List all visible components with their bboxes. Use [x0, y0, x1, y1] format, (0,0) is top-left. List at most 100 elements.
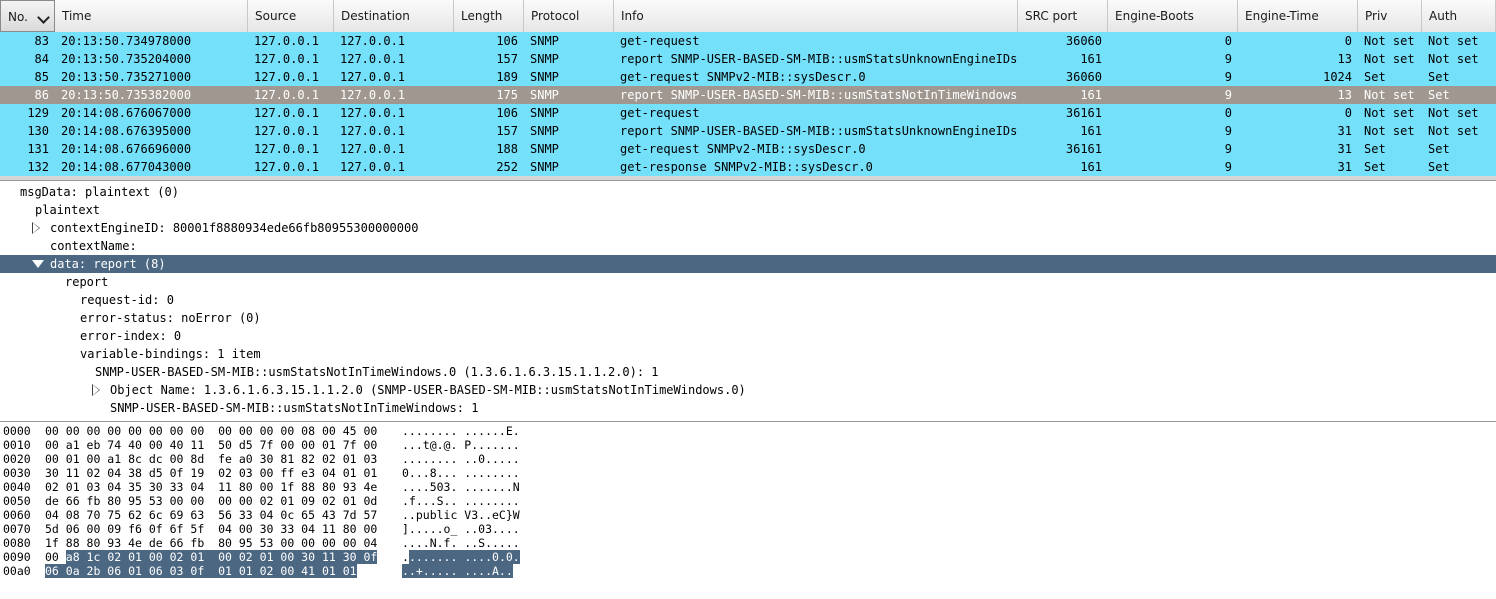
hex-ascii[interactable]: ].....o_ ..03....: [402, 522, 520, 536]
column-header-proto[interactable]: Protocol: [524, 0, 614, 32]
tree-item[interactable]: contextEngineID: 80001f8880934ede66fb809…: [0, 219, 1496, 237]
hex-ascii[interactable]: 0...8... ........: [402, 466, 520, 480]
column-header-src[interactable]: Source: [248, 0, 334, 32]
expand-triangle-icon[interactable]: [17, 206, 29, 214]
collapse-triangle-icon[interactable]: [92, 384, 100, 396]
hex-ascii[interactable]: ..public V3..eC}W: [402, 508, 520, 522]
packet-cell-src: 127.0.0.1: [254, 52, 320, 66]
packet-cell-src: 127.0.0.1: [254, 142, 320, 156]
packet-cell-info: get-request: [620, 106, 700, 120]
packet-cell-len: 188: [496, 142, 518, 156]
column-header-info[interactable]: Info: [614, 0, 1018, 32]
hex-ascii[interactable]: ........ ......E.: [402, 424, 520, 438]
ascii-highlight: ....... ....0.0.: [408, 550, 520, 564]
hex-offset: 0060: [3, 508, 31, 522]
packet-cell-etime: 31: [1337, 124, 1352, 138]
packet-cell-src: 127.0.0.1: [254, 124, 320, 138]
tree-item[interactable]: Object Name: 1.3.6.1.6.3.15.1.1.2.0 (SNM…: [0, 381, 1496, 399]
tree-item[interactable]: report: [0, 273, 1496, 291]
packet-cell-time: 20:13:50.734978000: [61, 34, 192, 48]
hex-offset: 0010: [3, 438, 31, 452]
packet-row[interactable]: 84 20:13:50.735204000 127.0.0.1 127.0.0.1 15…: [0, 50, 1496, 68]
packet-cell-priv: Set: [1364, 160, 1386, 174]
hex-bytes[interactable]: 5d 06 00 09 f6 0f 6f 5f 04 00 30 33 04 1…: [45, 522, 377, 536]
tree-item[interactable]: msgData: plaintext (0): [0, 183, 1496, 201]
column-header-len[interactable]: Length: [454, 0, 524, 32]
packet-cell-len: 175: [496, 88, 518, 102]
packet-cell-priv: Not set: [1364, 52, 1415, 66]
hex-ascii[interactable]: ...t@.@. P.......: [402, 438, 520, 452]
column-header-boots[interactable]: Engine-Boots: [1108, 0, 1238, 32]
hex-offset: 00a0: [3, 564, 31, 578]
column-header-srcport[interactable]: SRC port: [1018, 0, 1108, 32]
column-header-no[interactable]: No.: [0, 0, 55, 32]
column-header-auth[interactable]: Auth: [1422, 0, 1496, 32]
packet-cell-boots: 9: [1224, 160, 1232, 174]
tree-item[interactable]: data: report (8): [0, 255, 1496, 273]
tree-item[interactable]: contextName:: [0, 237, 1496, 255]
hex-ascii[interactable]: ....503. .......N: [402, 480, 520, 494]
packet-cell-time: 20:13:50.735382000: [61, 88, 192, 102]
packet-row[interactable]: 85 20:13:50.735271000 127.0.0.1 127.0.0.1 18…: [0, 68, 1496, 86]
hex-offset: 0080: [3, 536, 31, 550]
packet-cell-srcport: 161: [1080, 52, 1102, 66]
expand-triangle-icon[interactable]: [77, 368, 89, 376]
expand-triangle-icon[interactable]: [47, 278, 59, 286]
packet-row[interactable]: 129 20:14:08.676067000 127.0.0.1 127.0.0.1 1…: [0, 104, 1496, 122]
collapse-triangle-icon[interactable]: [32, 222, 40, 234]
hex-bytes[interactable]: 00 a8 1c 02 01 00 02 01 00 02 01 00 30 1…: [45, 550, 378, 564]
column-header-dst[interactable]: Destination: [334, 0, 454, 32]
ascii-highlight: ..+..... ....A..: [402, 564, 513, 578]
hex-bytes[interactable]: 00 a1 eb 74 40 00 40 11 50 d5 7f 00 00 0…: [45, 438, 377, 452]
hex-ascii[interactable]: ........ ....0.0.: [402, 550, 520, 564]
packet-row[interactable]: 132 20:14:08.677043000 127.0.0.1 127.0.0.1 2…: [0, 158, 1496, 176]
packet-row[interactable]: 86 20:13:50.735382000 127.0.0.1 127.0.0.1 17…: [0, 86, 1496, 104]
tree-item[interactable]: error-status: noError (0): [0, 309, 1496, 327]
hex-offset: 0040: [3, 480, 31, 494]
hex-ascii[interactable]: ..+..... ....A..: [402, 564, 513, 578]
hex-bytes[interactable]: 30 11 02 04 38 d5 0f 19 02 03 00 ff e3 0…: [45, 466, 377, 480]
packet-cell-auth: Set: [1428, 160, 1450, 174]
hex-ascii[interactable]: ....N.f. ..S.....: [402, 536, 520, 550]
column-header-priv[interactable]: Priv: [1358, 0, 1422, 32]
packet-cell-src: 127.0.0.1: [254, 70, 320, 84]
hex-highlight: 06 0a 2b 06 01 06 03 0f 01 01 02 00 41 0…: [45, 564, 357, 578]
hex-bytes[interactable]: 06 0a 2b 06 01 06 03 0f 01 01 02 00 41 0…: [45, 564, 357, 578]
packet-row[interactable]: 83 20:13:50.734978000 127.0.0.1 127.0.0.1 10…: [0, 32, 1496, 50]
hex-bytes[interactable]: 02 01 03 04 35 30 33 04 11 80 00 1f 88 8…: [45, 480, 377, 494]
tree-item[interactable]: error-index: 0: [0, 327, 1496, 345]
hex-bytes[interactable]: 04 08 70 75 62 6c 69 63 56 33 04 0c 65 4…: [45, 508, 377, 522]
expand-triangle-icon[interactable]: [2, 188, 14, 196]
tree-item-label: report: [65, 275, 109, 289]
packet-cell-src: 127.0.0.1: [254, 88, 320, 102]
tree-item[interactable]: request-id: 0: [0, 291, 1496, 309]
packet-cell-time: 20:14:08.676395000: [61, 124, 192, 138]
packet-cell-priv: Set: [1364, 142, 1386, 156]
packet-details-tree: msgData: plaintext (0) plaintext contextEn…: [0, 180, 1496, 421]
tree-item-label: error-index: 0: [80, 329, 182, 343]
packet-cell-time: 20:14:08.676696000: [61, 142, 192, 156]
tree-item[interactable]: SNMP-USER-BASED-SM-MIB::usmStatsNotInTim…: [0, 363, 1496, 381]
packet-cell-auth: Not set: [1428, 34, 1479, 48]
expand-triangle-icon[interactable]: [32, 260, 44, 268]
hex-bytes[interactable]: 00 01 00 a1 8c dc 00 8d fe a0 30 81 82 0…: [45, 452, 377, 466]
packet-cell-srcport: 36161: [1065, 106, 1102, 120]
hex-ascii[interactable]: .f...S.. ........: [402, 494, 520, 508]
expand-triangle-icon[interactable]: [62, 350, 74, 358]
packet-cell-time: 20:13:50.735204000: [61, 52, 192, 66]
tree-item[interactable]: SNMP-USER-BASED-SM-MIB::usmStatsNotInTim…: [0, 399, 1496, 417]
packet-cell-info: get-request: [620, 34, 700, 48]
packet-cell-dst: 127.0.0.1: [340, 70, 406, 84]
tree-item[interactable]: variable-bindings: 1 item: [0, 345, 1496, 363]
column-header-etime[interactable]: Engine-Time: [1238, 0, 1358, 32]
hex-bytes[interactable]: de 66 fb 80 95 53 00 00 00 00 02 01 09 0…: [45, 494, 377, 508]
packet-row[interactable]: 130 20:14:08.676395000 127.0.0.1 127.0.0.1 1…: [0, 122, 1496, 140]
packet-cell-proto: SNMP: [530, 34, 559, 48]
packet-row[interactable]: 131 20:14:08.676696000 127.0.0.1 127.0.0.1 1…: [0, 140, 1496, 158]
hex-bytes[interactable]: 1f 88 80 93 4e de 66 fb 80 95 53 00 00 0…: [45, 536, 377, 550]
hex-ascii[interactable]: ........ ..0.....: [402, 452, 520, 466]
tree-item[interactable]: plaintext: [0, 201, 1496, 219]
hex-bytes[interactable]: 00 00 00 00 00 00 00 00 00 00 00 00 08 0…: [45, 424, 377, 438]
column-header-time[interactable]: Time: [55, 0, 248, 32]
packet-cell-proto: SNMP: [530, 160, 559, 174]
